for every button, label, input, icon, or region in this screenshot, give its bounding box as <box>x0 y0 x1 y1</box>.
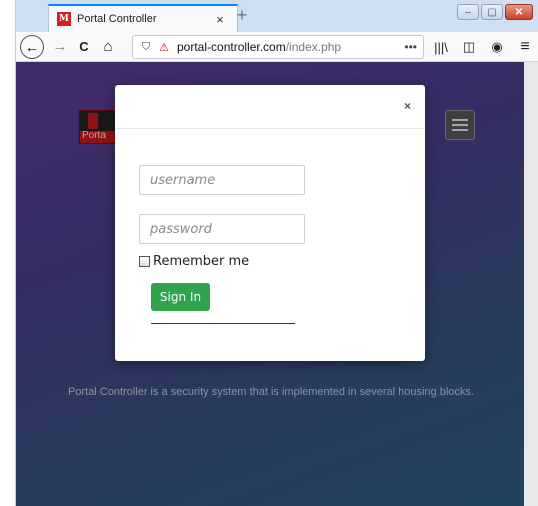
maximize-icon[interactable]: ▢ <box>481 4 503 20</box>
insecure-lock-icon[interactable]: ⚠ <box>155 41 173 54</box>
home-button[interactable]: ⌂ <box>96 38 120 55</box>
remember-me-checkbox[interactable] <box>139 256 150 267</box>
password-input[interactable] <box>139 214 305 244</box>
library-icon[interactable]: |||\ <box>427 40 455 55</box>
tab-close-icon[interactable]: × <box>213 12 227 27</box>
toolbar-right: |||\ ◫ ◉ ≡ <box>427 32 538 62</box>
reload-button[interactable]: C <box>72 39 96 54</box>
new-tab-button[interactable]: + <box>232 5 252 26</box>
minimize-icon[interactable]: – <box>457 4 479 20</box>
login-modal: × Remember me Sign In <box>115 85 425 361</box>
url-path: /index.php <box>285 40 342 54</box>
nav-toolbar: ← → C ⌂ ⛉ ⚠ portal-controller.com/index.… <box>16 32 538 62</box>
tab-favicon-icon: M <box>57 12 71 26</box>
remember-me-label[interactable]: Remember me <box>153 254 249 269</box>
menu-icon[interactable]: ≡ <box>511 38 538 56</box>
sign-in-button[interactable]: Sign In <box>151 283 210 311</box>
url-bar[interactable]: ⛉ ⚠ portal-controller.com/index.php ••• <box>132 35 424 59</box>
account-icon[interactable]: ◉ <box>483 39 511 55</box>
shield-icon[interactable]: ⛉ <box>137 41 155 54</box>
page-actions-button[interactable]: ••• <box>404 40 417 54</box>
url-text[interactable]: portal-controller.com/index.php <box>177 40 404 54</box>
modal-header: × <box>115 85 425 129</box>
url-domain: portal-controller.com <box>177 40 286 54</box>
modal-close-icon[interactable]: × <box>404 99 411 113</box>
tab-portal-controller[interactable]: M Portal Controller × <box>48 4 238 32</box>
back-button[interactable]: ← <box>20 34 44 59</box>
form-divider <box>151 323 295 324</box>
page-scrollbar[interactable] <box>524 62 538 506</box>
window-controls: – ▢ ✕ <box>457 4 533 20</box>
tab-strip: M Portal Controller × + – ▢ ✕ <box>16 0 538 32</box>
close-window-icon[interactable]: ✕ <box>505 4 533 20</box>
tab-title: Portal Controller <box>77 13 157 25</box>
username-input[interactable] <box>139 165 305 195</box>
sidebar-icon[interactable]: ◫ <box>455 39 483 55</box>
remember-me-row[interactable]: Remember me <box>139 254 249 269</box>
forward-button[interactable]: → <box>48 38 72 55</box>
